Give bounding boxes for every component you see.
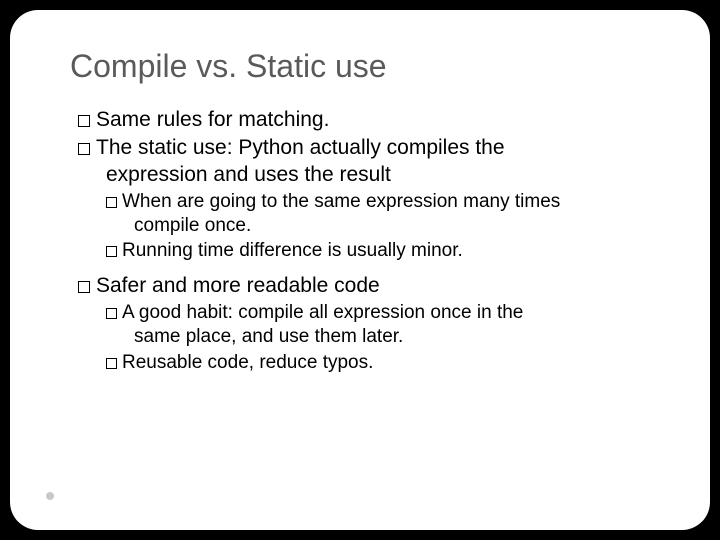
square-bullet-icon (106, 197, 117, 208)
square-bullet-icon (106, 246, 117, 257)
bullet-text: The static use: Python actually compiles… (96, 136, 505, 159)
sub-bullet-4: Reusable code, reduce typos. (106, 351, 660, 375)
bullet-text: Reusable code, reduce typos. (122, 352, 373, 373)
square-bullet-icon (106, 358, 117, 369)
sub-bullet-3: A good habit: compile all expression onc… (106, 301, 660, 349)
bullet-text-cont: same place, and use them later. (134, 325, 660, 349)
sub-bullet-2: Running time difference is usually minor… (106, 239, 660, 263)
corner-dot-icon (46, 492, 54, 500)
sub-bullet-1: When are going to the same expression ma… (106, 190, 660, 238)
square-bullet-icon (78, 115, 90, 127)
bullet-2: The static use: Python actually compiles… (78, 135, 660, 188)
square-bullet-icon (78, 143, 90, 155)
slide: Compile vs. Static use Same rules for ma… (10, 10, 710, 530)
bullet-text: Running time difference is usually minor… (122, 240, 463, 261)
bullet-1: Same rules for matching. (78, 107, 660, 133)
bullet-text: When are going to the same expression ma… (122, 191, 560, 212)
bullet-text-cont: compile once. (134, 214, 660, 238)
bullet-text: A good habit: compile all expression onc… (122, 302, 523, 323)
square-bullet-icon (106, 308, 117, 319)
bullet-3: Safer and more readable code (78, 273, 660, 299)
bullet-text: Safer and more readable code (96, 274, 380, 297)
slide-title: Compile vs. Static use (70, 48, 660, 85)
square-bullet-icon (78, 281, 90, 293)
bullet-text-cont: expression and uses the result (106, 162, 660, 188)
bullet-text: Same rules for matching. (96, 108, 329, 131)
